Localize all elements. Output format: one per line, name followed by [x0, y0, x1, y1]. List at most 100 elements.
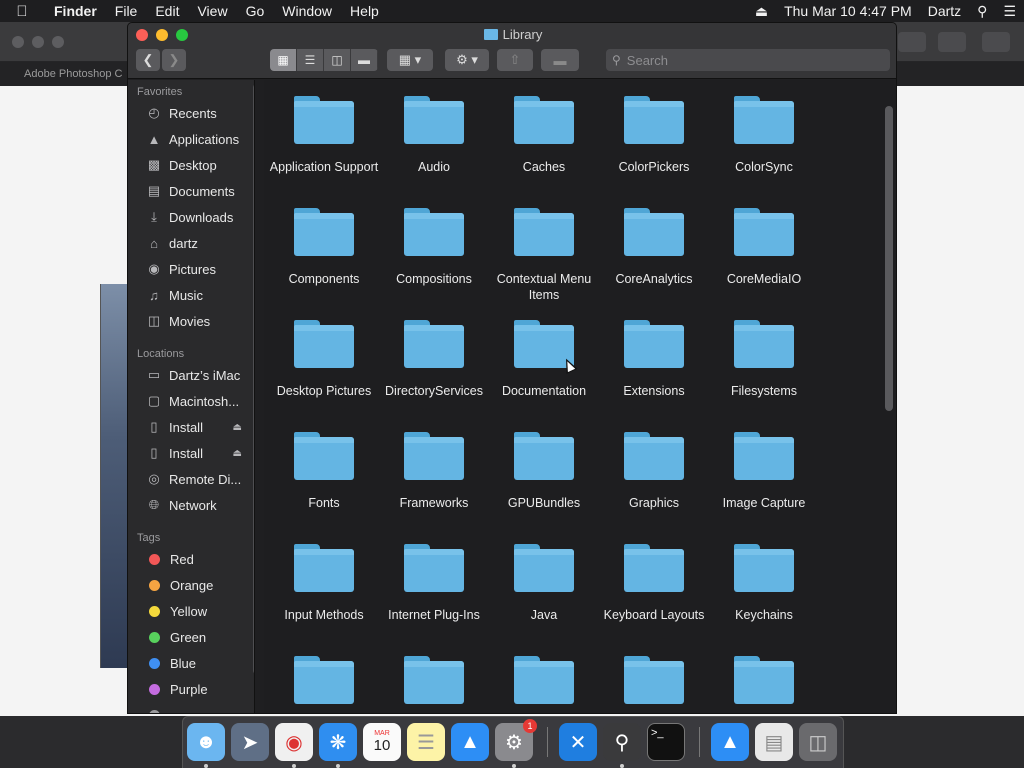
sidebar-item-movies[interactable]: ◫ Movies	[128, 308, 248, 334]
folder-item[interactable]: CoreMediaIO	[709, 208, 819, 287]
bg-tabs-button[interactable]	[982, 32, 1010, 52]
sidebar-item-downloads[interactable]: ⤓ Downloads	[128, 204, 248, 230]
menu-view[interactable]: View	[188, 3, 236, 19]
folder-item[interactable]: Keyboard Layouts	[599, 544, 709, 623]
eject-icon[interactable]: ⏏	[747, 3, 776, 20]
search-input[interactable]	[626, 52, 867, 68]
menu-window[interactable]: Window	[273, 3, 341, 19]
sidebar-tag-green[interactable]: Green	[128, 624, 248, 650]
action-button[interactable]: ⚙ ▾	[445, 49, 489, 71]
group-by-button[interactable]: ▦ ▾	[387, 49, 433, 71]
eject-icon[interactable]: ⏏	[233, 448, 242, 459]
safari-icon[interactable]: ❋	[319, 723, 357, 761]
folder-item[interactable]	[489, 656, 599, 713]
eject-icon[interactable]: ⏏	[233, 422, 242, 433]
menu-edit[interactable]: Edit	[146, 3, 188, 19]
back-button[interactable]: ❮	[136, 49, 160, 71]
folder-item[interactable]: Contextual Menu Items	[489, 208, 599, 303]
sidebar-tag-orange[interactable]: Orange	[128, 572, 248, 598]
folder-item[interactable]: Internet Plug-Ins	[379, 544, 489, 623]
icon-view-button[interactable]: ▦	[270, 49, 297, 71]
gallery-view-button[interactable]: ▬	[351, 49, 378, 71]
folder-item[interactable]: Image Capture	[709, 432, 819, 511]
bg-share-button[interactable]	[938, 32, 966, 52]
sidebar-item-install-1[interactable]: ▯ Install ⏏	[128, 414, 248, 440]
sidebar-item-applications[interactable]: ▲ Applications	[128, 126, 248, 152]
folder-item[interactable]: Desktop Pictures	[269, 320, 379, 399]
notes-icon[interactable]: ☰	[407, 723, 445, 761]
folder-item[interactable]	[269, 656, 379, 713]
menu-help[interactable]: Help	[341, 3, 388, 19]
sidebar-item-macintosh-hd[interactable]: ▢ Macintosh...	[128, 388, 248, 414]
app-store-icon[interactable]: ▲	[711, 723, 749, 761]
menu-go[interactable]: Go	[237, 3, 274, 19]
column-view-button[interactable]: ◫	[324, 49, 351, 71]
menubar-user[interactable]: Dartz	[920, 3, 969, 19]
folder-item[interactable]: Extensions	[599, 320, 709, 399]
forward-button[interactable]: ❯	[162, 49, 186, 71]
menubar-clock[interactable]: Thu Mar 10 4:47 PM	[776, 3, 920, 19]
sidebar-tag-gray[interactable]	[128, 702, 248, 713]
folder-item[interactable]: ColorPickers	[599, 96, 709, 175]
launchpad-icon[interactable]: ➤	[231, 723, 269, 761]
terminal-icon[interactable]: >_	[647, 723, 685, 761]
sidebar-item-documents[interactable]: ▤ Documents	[128, 178, 248, 204]
folder-item[interactable]	[379, 656, 489, 713]
file-icon[interactable]: ▤	[755, 723, 793, 761]
bg-minimize-button[interactable]	[32, 36, 44, 48]
search-field[interactable]: ⚲	[606, 49, 890, 71]
sidebar-tag-red[interactable]: Red	[128, 546, 248, 572]
folder-item[interactable]	[599, 656, 709, 713]
folder-item[interactable]	[709, 656, 819, 713]
sidebar-tag-blue[interactable]: Blue	[128, 650, 248, 676]
sidebar-scrollbar[interactable]	[253, 84, 254, 674]
trash-icon[interactable]: ◫	[799, 723, 837, 761]
folder-item[interactable]: Documentation	[489, 320, 599, 399]
bg-close-button[interactable]	[12, 36, 24, 48]
folder-item[interactable]: GPUBundles	[489, 432, 599, 511]
folder-item[interactable]: Caches	[489, 96, 599, 175]
share-button[interactable]: ⇧	[497, 49, 533, 71]
folder-item[interactable]: Frameworks	[379, 432, 489, 511]
sidebar-item-remote-disc[interactable]: ◎ Remote Di...	[128, 466, 248, 492]
folder-item[interactable]: DirectoryServices	[379, 320, 489, 399]
calendar-icon[interactable]: MAR 10	[363, 723, 401, 761]
xcode-icon[interactable]: ✕	[559, 723, 597, 761]
sidebar-item-home[interactable]: ⌂ dartz	[128, 230, 248, 256]
folder-item[interactable]: ColorSync	[709, 96, 819, 175]
folder-item[interactable]: Graphics	[599, 432, 709, 511]
bg-download-button[interactable]	[898, 32, 926, 52]
bg-zoom-button[interactable]	[52, 36, 64, 48]
folder-item[interactable]: CoreAnalytics	[599, 208, 709, 287]
tags-button[interactable]: ▬	[541, 49, 579, 71]
folder-item[interactable]: Filesystems	[709, 320, 819, 399]
notification-center-icon[interactable]: ☰	[995, 3, 1024, 20]
sidebar-item-desktop[interactable]: ▩ Desktop	[128, 152, 248, 178]
sidebar-tag-purple[interactable]: Purple	[128, 676, 248, 702]
instruments-icon[interactable]: ⚲	[603, 723, 641, 761]
folder-item[interactable]: Application Support	[269, 96, 379, 175]
content-scrollbar[interactable]	[885, 106, 893, 411]
sidebar-item-pictures[interactable]: ◉ Pictures	[128, 256, 248, 282]
folder-item[interactable]: Audio	[379, 96, 489, 175]
folder-item[interactable]: Java	[489, 544, 599, 623]
sidebar-item-imac[interactable]: ▭ Dartz’s iMac	[128, 362, 248, 388]
folder-item[interactable]: Input Methods	[269, 544, 379, 623]
spotlight-icon[interactable]: ⚲	[969, 3, 995, 20]
finder-icon[interactable]: ☻	[187, 723, 225, 761]
sidebar-tag-yellow[interactable]: Yellow	[128, 598, 248, 624]
app-store-icon[interactable]: ▲	[451, 723, 489, 761]
sidebar-item-recents[interactable]: ◴ Recents	[128, 100, 248, 126]
sidebar-item-install-2[interactable]: ▯ Install ⏏	[128, 440, 248, 466]
folder-item[interactable]: Compositions	[379, 208, 489, 287]
sidebar-item-music[interactable]: ♫ Music	[128, 282, 248, 308]
apple-menu-icon[interactable]: 	[0, 3, 44, 20]
folder-item[interactable]: Components	[269, 208, 379, 287]
sidebar-item-network[interactable]: 🌐︎ Network	[128, 492, 248, 518]
folder-item[interactable]: Keychains	[709, 544, 819, 623]
chrome-icon[interactable]: ◉	[275, 723, 313, 761]
list-view-button[interactable]: ☰	[297, 49, 324, 71]
menu-app-name[interactable]: Finder	[44, 3, 106, 19]
menu-file[interactable]: File	[106, 3, 147, 19]
folder-item[interactable]: Fonts	[269, 432, 379, 511]
